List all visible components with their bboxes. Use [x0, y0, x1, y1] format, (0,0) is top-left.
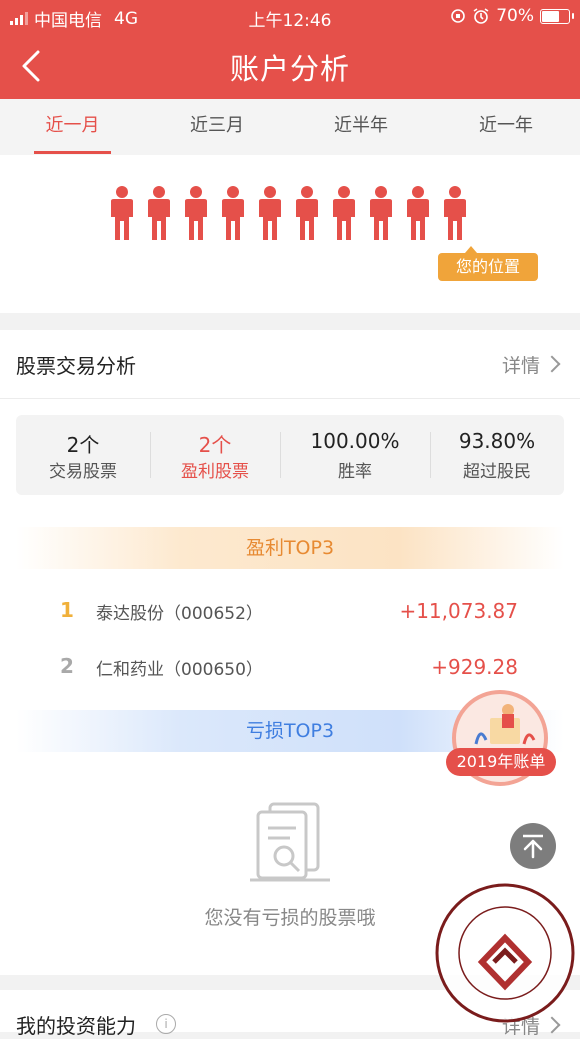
period-tabs: 近一月 近三月 近半年 近一年: [0, 99, 580, 155]
stat-label: 盈利股票: [181, 462, 249, 482]
rotation-lock-icon: [451, 9, 466, 23]
person-icon: [222, 186, 244, 240]
stat-profit-stocks: 2个 盈利股票: [150, 415, 280, 495]
bill-illustration-icon: [474, 704, 536, 745]
stat-value: 2个: [66, 433, 100, 457]
stock-name: 泰达股份（000652）: [96, 604, 263, 624]
profit-item-2[interactable]: 2 仁和药业（000650） +929.28: [0, 654, 580, 694]
section-header: 股票交易分析 详情: [0, 330, 580, 399]
chevron-right-icon: [543, 355, 561, 373]
watermark-stamp: [435, 883, 575, 1023]
stat-label: 胜率: [338, 462, 372, 482]
tab-three-months[interactable]: 近三月: [177, 99, 257, 155]
profit-amount: +929.28: [431, 655, 518, 679]
rank-number: 1: [60, 598, 74, 622]
empty-document-icon: [250, 802, 330, 882]
battery-percent: 70%: [496, 6, 534, 26]
person-icon: [296, 186, 318, 240]
person-icon: [444, 186, 466, 240]
person-icon: [111, 186, 133, 240]
arrow-up-icon: [523, 834, 543, 859]
stock-name: 仁和药业（000650）: [96, 660, 263, 680]
annual-bill-floating-button[interactable]: 2019年账单: [446, 690, 556, 790]
details-label: 详情: [501, 355, 540, 377]
tab-active-indicator: [34, 151, 111, 154]
stat-traded-stocks: 2个 交易股票: [16, 415, 150, 495]
ranking-people-panel: 您的位置: [0, 155, 580, 313]
person-icon: [148, 186, 170, 240]
rank-number: 2: [60, 654, 74, 678]
person-icon: [333, 186, 355, 240]
page-title: 账户分析: [229, 52, 350, 86]
profit-top3-header: 盈利TOP3: [16, 527, 564, 569]
stat-value: 93.80%: [458, 429, 536, 453]
back-to-top-button[interactable]: [510, 823, 556, 869]
section-title: 股票交易分析: [16, 354, 136, 378]
person-icon: [185, 186, 207, 240]
person-icon: [259, 186, 281, 240]
stats-panel: 2个 交易股票 2个 盈利股票 100.00% 胜率 93.80% 超过股民: [16, 415, 564, 495]
alarm-icon: [473, 8, 489, 24]
stock-analysis-section: 股票交易分析 详情 2个 交易股票 2个 盈利股票 100.00% 胜率 93.…: [0, 330, 580, 975]
stat-label: 交易股票: [49, 462, 117, 482]
person-icon: [407, 186, 429, 240]
info-icon[interactable]: i: [156, 1014, 176, 1034]
tab-one-month[interactable]: 近一月: [34, 99, 111, 155]
battery-icon: [540, 8, 574, 24]
bill-label: 2019年账单: [446, 748, 556, 776]
person-icon: [370, 186, 392, 240]
header-bar: 中国电信 4G 上午12:46 70% 账户分析: [0, 0, 580, 99]
profit-item-1[interactable]: 1 泰达股份（000652） +11,073.87: [0, 598, 580, 638]
status-right: 70%: [450, 6, 574, 26]
stat-value: 100.00%: [310, 429, 400, 453]
tab-one-year[interactable]: 近一年: [466, 99, 546, 155]
nav-bar: 账户分析: [0, 32, 580, 99]
your-position-badge: 您的位置: [438, 246, 538, 281]
status-bar: 中国电信 4G 上午12:46 70%: [0, 0, 580, 32]
profit-amount: +11,073.87: [399, 599, 518, 623]
stat-label: 超过股民: [463, 462, 531, 482]
stat-value: 2个: [198, 433, 232, 457]
section-title: 我的投资能力: [16, 1014, 136, 1038]
stat-win-rate: 100.00% 胜率: [280, 415, 430, 495]
stat-beat-investors: 93.80% 超过股民: [430, 415, 564, 495]
details-link[interactable]: 详情: [501, 351, 561, 378]
tab-half-year[interactable]: 近半年: [321, 99, 401, 155]
